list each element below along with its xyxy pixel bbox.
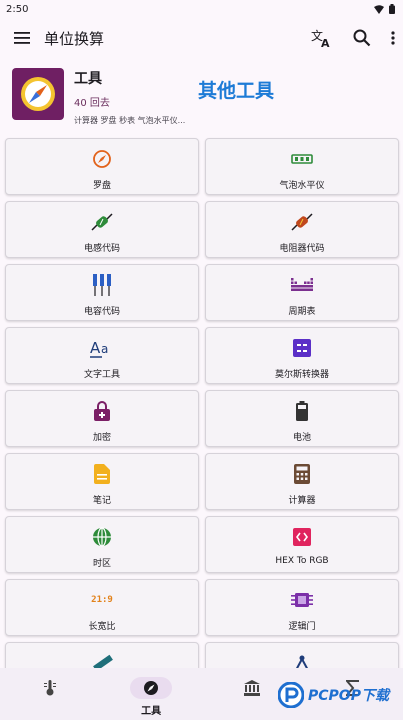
- chip-icon: [291, 590, 313, 610]
- compass-icon: [92, 149, 112, 169]
- compass-logo-icon: [21, 77, 55, 111]
- battery-icon: [296, 401, 308, 421]
- tool-card-inductor[interactable]: 电感代码: [5, 201, 199, 258]
- more-icon[interactable]: [391, 31, 395, 45]
- back-link[interactable]: 40 回去: [74, 94, 185, 109]
- aspect-ratio-text: 21:9: [91, 595, 113, 605]
- tool-card-periodic-table[interactable]: 周期表: [205, 264, 399, 321]
- tool-card-logic-gate[interactable]: 逻辑门: [205, 579, 399, 636]
- tool-card-timezone[interactable]: 时区: [5, 516, 199, 573]
- tool-label: 罗盘: [92, 181, 111, 191]
- svg-text:A: A: [321, 37, 330, 48]
- tool-card-calculator[interactable]: 计算器: [205, 453, 399, 510]
- watermark: PCPOP下载: [278, 682, 389, 708]
- tool-label: 周期表: [288, 307, 316, 317]
- bank-icon: [231, 677, 273, 699]
- watermark-text: PCPOP下载: [308, 688, 389, 704]
- tools-grid: 罗盘 气泡水平仪 电感代码 电阻器代码 电容代码 周期表 Aa 文字工具 莫尔斯…: [5, 138, 400, 699]
- text-tool-icon: Aa: [90, 338, 114, 358]
- status-icons: [374, 4, 395, 14]
- tool-label: 电阻器代码: [279, 244, 325, 254]
- svg-text:a: a: [101, 342, 108, 356]
- tool-label: 莫尔斯转换器: [274, 370, 329, 380]
- nav-label-tools: 工具: [141, 706, 162, 717]
- tool-card-capacitor[interactable]: 电容代码: [5, 264, 199, 321]
- resistor-icon: [290, 212, 314, 232]
- tool-card-battery[interactable]: 电池: [205, 390, 399, 447]
- tool-card-compass[interactable]: 罗盘: [5, 138, 199, 195]
- tool-label: 逻辑门: [288, 622, 316, 632]
- overlay-caption: 其他工具: [198, 80, 275, 102]
- status-bar: 2:50: [0, 0, 403, 18]
- tool-label: HEX To RGB: [275, 556, 329, 566]
- tool-label: 电池: [292, 433, 311, 443]
- compass-nav-icon: [130, 677, 173, 699]
- tool-label: 文字工具: [83, 370, 120, 380]
- tool-label: 加密: [92, 433, 111, 443]
- category-name: 工具: [74, 71, 102, 87]
- tool-label: 电感代码: [83, 244, 120, 254]
- tool-label: 计算器: [288, 496, 316, 506]
- morse-icon: [293, 338, 311, 358]
- svg-text:A: A: [90, 339, 101, 357]
- nav-item-measure[interactable]: [0, 668, 101, 699]
- tool-card-encryption[interactable]: 加密: [5, 390, 199, 447]
- globe-icon: [92, 527, 112, 547]
- tool-card-aspect-ratio[interactable]: 21:9 长宽比: [5, 579, 199, 636]
- wifi-icon: [374, 4, 384, 14]
- note-icon: [94, 464, 110, 484]
- pcpop-logo-icon: [278, 682, 304, 708]
- hex-icon: [293, 527, 311, 547]
- tool-card-hex-to-rgb[interactable]: HEX To RGB: [205, 516, 399, 573]
- tool-label: 笔记: [92, 496, 111, 506]
- aspect-ratio-icon: 21:9: [91, 590, 113, 610]
- tool-card-notes[interactable]: 笔记: [5, 453, 199, 510]
- app-title: 单位换算: [44, 29, 105, 48]
- tool-label: 电容代码: [83, 307, 120, 317]
- translate-icon[interactable]: 文 A: [311, 28, 333, 48]
- status-time: 2:50: [6, 3, 29, 15]
- tool-card-resistor[interactable]: 电阻器代码: [205, 201, 399, 258]
- search-icon[interactable]: [353, 29, 371, 47]
- tool-label: 长宽比: [88, 622, 116, 632]
- category-header: 工具 40 回去 计算器 罗盘 秒表 气泡水平仪... 其他工具: [0, 58, 403, 133]
- tool-label: 时区: [92, 559, 111, 569]
- tools-logo: [12, 68, 64, 120]
- nav-item-tools[interactable]: 工具: [101, 668, 202, 717]
- tool-card-bubble-level[interactable]: 气泡水平仪: [205, 138, 399, 195]
- bubble-level-icon: [291, 149, 313, 169]
- lock-icon: [94, 401, 110, 421]
- calculator-icon: [294, 464, 310, 484]
- category-description: 计算器 罗盘 秒表 气泡水平仪...: [74, 116, 186, 125]
- battery-status-icon: [389, 4, 395, 14]
- tool-label: 气泡水平仪: [279, 181, 325, 191]
- tool-card-morse[interactable]: 莫尔斯转换器: [205, 327, 399, 384]
- periodic-table-icon: [291, 275, 313, 295]
- app-bar: 单位换算 文 A: [0, 18, 403, 58]
- thermometer-icon: [29, 677, 71, 699]
- inductor-icon: [90, 212, 114, 232]
- tool-card-text-tool[interactable]: Aa 文字工具: [5, 327, 199, 384]
- menu-icon[interactable]: [14, 32, 30, 44]
- capacitor-icon: [92, 274, 112, 296]
